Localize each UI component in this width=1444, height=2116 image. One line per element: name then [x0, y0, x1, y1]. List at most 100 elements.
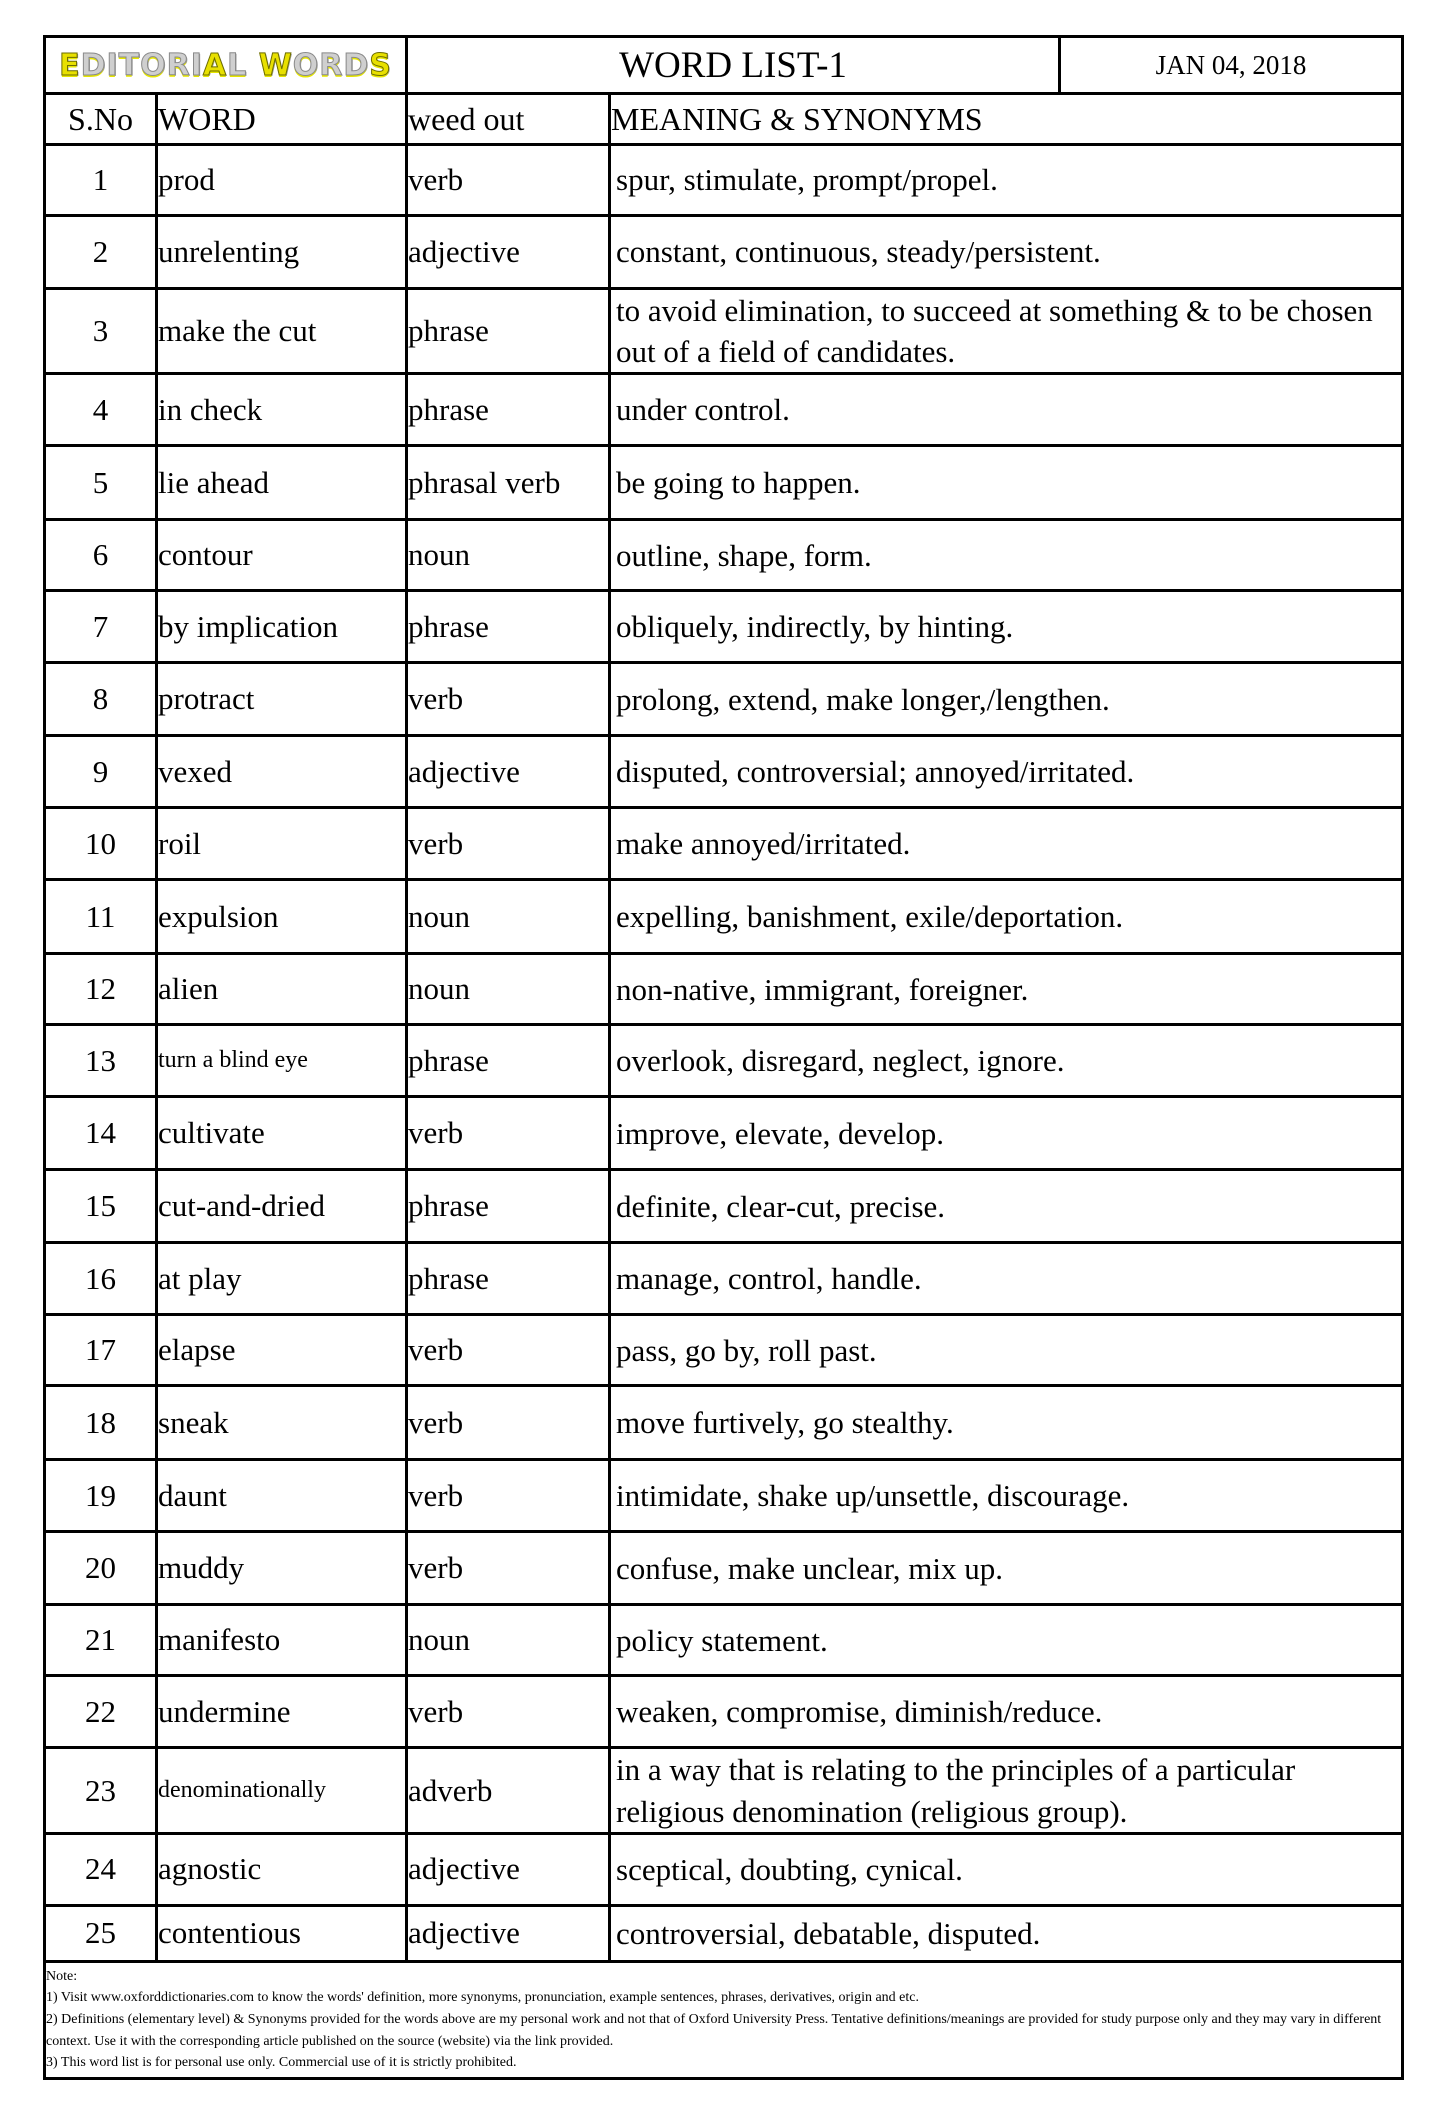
row-type: phrase	[405, 372, 612, 448]
row-sno: 4	[43, 372, 158, 448]
table-row: 3 make the cut phrase to avoid elimination,…	[43, 286, 1404, 376]
row-sno: 19	[43, 1458, 158, 1534]
logo-letter-group: ORD	[292, 47, 370, 83]
note-item: 1) Visit www.oxforddictionaries.com to k…	[46, 1990, 919, 2006]
table-row: 22 undermine verb weaken, compromise, dimin…	[43, 1674, 1404, 1750]
row-word: undermine	[154, 1674, 409, 1750]
row-word: at play	[154, 1241, 409, 1317]
row-meaning: definite, clear-cut, precise.	[608, 1168, 1404, 1245]
row-type: verb	[405, 1313, 612, 1388]
table-row: 19 daunt verb intimidate, shake up/unsettle…	[43, 1458, 1404, 1534]
row-type: verb	[405, 1530, 612, 1607]
row-meaning: overlook, disregard, neglect, ignore.	[608, 1023, 1404, 1099]
table-row: 1 prod verb spur, stimulate, prompt/propel.	[43, 143, 1404, 217]
row-word: turn a blind eye	[154, 1023, 409, 1099]
row-meaning: pass, go by, roll past.	[608, 1313, 1404, 1388]
row-sno: 11	[43, 878, 158, 956]
row-word: in check	[154, 372, 409, 448]
table-row: 25 contentious adjective controversial, deb…	[43, 1903, 1404, 1963]
table-row: 23 denominationally adverb in a way that is…	[43, 1746, 1404, 1835]
row-word: agnostic	[154, 1831, 409, 1907]
row-type: verb	[405, 661, 612, 738]
row-sno: 8	[43, 661, 158, 738]
row-sno: 22	[43, 1674, 158, 1750]
row-type: phrase	[405, 286, 612, 376]
logo-letter-group: W	[258, 47, 293, 83]
row-word: elapse	[154, 1313, 409, 1388]
row-meaning: move furtively, go stealthy.	[608, 1384, 1404, 1462]
row-word: expulsion	[154, 878, 409, 956]
row-sno: 18	[43, 1384, 158, 1462]
column-header-meaning: MEANING & SYNONYMS	[608, 92, 1404, 146]
row-type: adjective	[405, 1831, 612, 1907]
row-type: adjective	[405, 214, 612, 290]
title-row: EDITORIAL WORDS WORD LIST-1 JAN 04, 2018	[42, 35, 1404, 95]
row-type: phrase	[405, 1241, 612, 1317]
logo-letter-group: L	[227, 47, 259, 83]
row-meaning: under control.	[608, 372, 1404, 448]
row-word: manifesto	[154, 1603, 409, 1678]
table-row: 8 protract verb prolong, extend, make longe…	[43, 661, 1404, 738]
table-row: 9 vexed adjective disputed, controversial; …	[43, 734, 1404, 810]
row-word: alien	[154, 952, 409, 1027]
row-meaning: obliquely, indirectly, by hinting.	[608, 589, 1404, 665]
column-header-type: weed out	[405, 92, 612, 146]
footer-notes-cell: Note: 1) Visit www.oxforddictionaries.com…	[43, 1959, 1404, 2080]
row-type: verb	[405, 1384, 612, 1462]
row-sno: 1	[43, 143, 158, 217]
table-row: 14 cultivate verb improve, elevate, develop…	[43, 1095, 1404, 1172]
row-type: adjective	[405, 734, 612, 810]
row-type: verb	[405, 1095, 612, 1172]
row-sno: 7	[43, 589, 158, 665]
row-meaning: disputed, controversial; annoyed/irritat…	[608, 734, 1404, 810]
table-row: 2 unrelenting adjective constant, continuou…	[43, 214, 1404, 290]
row-word: cut-and-dried	[154, 1168, 409, 1245]
table-row: 7 by implication phrase obliquely, indirect…	[43, 589, 1404, 665]
row-type: verb	[405, 806, 612, 882]
row-type: phrase	[405, 1168, 612, 1245]
column-header-word: WORD	[154, 92, 409, 146]
row-meaning: non-native, immigrant, foreigner.	[608, 952, 1404, 1027]
row-word: lie ahead	[154, 444, 409, 522]
row-sno: 15	[43, 1168, 158, 1245]
row-type: adjective	[405, 1903, 612, 1963]
row-meaning: be going to happen.	[608, 444, 1404, 522]
row-word: cultivate	[154, 1095, 409, 1172]
table-row: 16 at play phrase manage, control, handle.	[43, 1241, 1404, 1317]
row-type: phrase	[405, 589, 612, 665]
row-word: prod	[154, 143, 409, 217]
row-type: verb	[405, 143, 612, 217]
row-sno: 14	[43, 1095, 158, 1172]
word-list-table: EDITORIAL WORDS WORD LIST-1 JAN 04, 2018…	[42, 35, 1404, 2080]
row-sno: 6	[43, 518, 158, 593]
row-meaning: confuse, make unclear, mix up.	[608, 1530, 1404, 1607]
table-row: 15 cut-and-dried phrase definite, clear-cut…	[43, 1168, 1404, 1245]
editorial-words-logo: EDITORIAL WORDS	[59, 47, 392, 83]
column-header-row: S.No WORD weed out MEANING & SYNONYMS	[43, 92, 1404, 146]
row-meaning: to avoid elimination, to succeed at some…	[608, 286, 1404, 376]
row-meaning: weaken, compromise, diminish/reduce.	[608, 1674, 1404, 1750]
table-row: 20 muddy verb confuse, make unclear, mix up…	[43, 1530, 1404, 1607]
row-word: contentious	[154, 1903, 409, 1963]
table-row: 18 sneak verb move furtively, go stealthy.	[43, 1384, 1404, 1462]
row-sno: 24	[43, 1831, 158, 1907]
note-item: 2) Definitions (elementary level) & Syno…	[46, 2012, 1382, 2049]
row-type: phrase	[405, 1023, 612, 1099]
row-meaning: expelling, banishment, exile/deportation…	[608, 878, 1404, 956]
row-sno: 2	[43, 214, 158, 290]
logo-letter-group: A	[202, 47, 228, 83]
row-word: vexed	[154, 734, 409, 810]
row-sno: 21	[43, 1603, 158, 1678]
row-word: protract	[154, 661, 409, 738]
row-type: noun	[405, 1603, 612, 1678]
row-meaning: sceptical, doubting, cynical.	[608, 1831, 1404, 1907]
column-header-sno: S.No	[43, 92, 158, 146]
row-meaning: improve, elevate, develop.	[608, 1095, 1404, 1172]
row-sno: 25	[43, 1903, 158, 1963]
row-meaning: intimidate, shake up/unsettle, discourag…	[608, 1458, 1404, 1534]
list-date: JAN 04, 2018	[1058, 35, 1404, 95]
table-row: 11 expulsion noun expelling, banishment, ex…	[43, 878, 1404, 956]
logo-cell: EDITORIAL WORDS	[42, 35, 409, 95]
row-sno: 23	[43, 1746, 158, 1835]
row-sno: 20	[43, 1530, 158, 1607]
